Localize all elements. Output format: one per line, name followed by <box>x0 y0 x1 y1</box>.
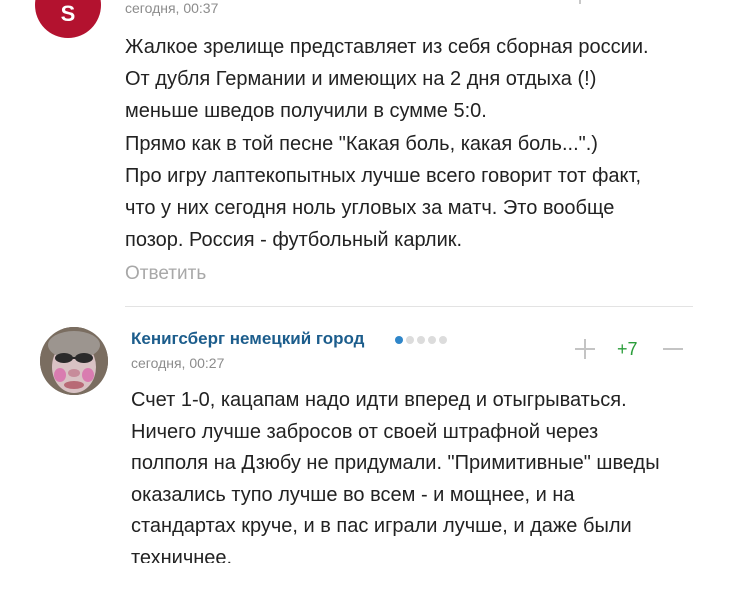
rating-dot <box>406 336 414 344</box>
comment-line: техничнее. <box>131 546 233 564</box>
avatar[interactable]: S <box>35 0 101 38</box>
reply-button[interactable]: Ответить <box>125 263 206 285</box>
comment-line: стандартах круче, и в пас играли лучше, … <box>131 515 632 537</box>
rating-dot <box>395 336 403 344</box>
rating-dot <box>439 336 447 344</box>
comment-line: оказались тупо лучше во всем - и мощнее,… <box>131 483 575 506</box>
comment-line: Жалкое зрелище представляет из себя сбор… <box>125 36 649 58</box>
comment-line: Про игру лаптекопытных лучше всего говор… <box>125 164 641 187</box>
comment-timestamp: сегодня, 00:37 <box>125 0 219 16</box>
rating-dot <box>428 336 436 344</box>
avatar-letter: S <box>60 1 76 26</box>
comment-line: Счет 1-0, кацапам надо идти вперед и оты… <box>131 389 627 411</box>
plus-icon[interactable] <box>579 0 581 4</box>
comment-timestamp: сегодня, 00:27 <box>131 355 225 371</box>
comment-text: Жалкое зрелище представляет из себя сбор… <box>125 31 705 256</box>
comment-author-link[interactable]: Кенигсберг немецкий город <box>131 329 364 349</box>
comment-line: От дубля Германии и имеющих на 2 дня отд… <box>125 68 597 91</box>
comment-line: позор. Россия - футбольный карлик. <box>125 229 463 252</box>
minus-icon[interactable] <box>663 339 683 359</box>
rating-dots-icon <box>395 336 447 346</box>
comments-page: S сегодня, 00:37 Жалкое зрелище представ… <box>0 0 729 603</box>
vote-score: +7 <box>617 339 638 359</box>
vote-controls <box>574 0 694 6</box>
avatar-image <box>40 327 108 395</box>
comment-line: полполя на Дзюбу не придумали. "Примитив… <box>131 452 660 474</box>
plus-icon[interactable] <box>575 339 595 359</box>
comment-line: Прямо как в той песне "Какая боль, какая… <box>125 132 598 155</box>
comment-line: Ничего лучше забросов от своей штрафной … <box>131 420 599 443</box>
comment-text: Счет 1-0, кацапам надо идти вперед и оты… <box>131 385 711 563</box>
rating-dot <box>417 336 425 344</box>
comment-divider <box>125 306 693 307</box>
comment-line: меньше шведов получили в сумме 5:0. <box>125 100 487 123</box>
avatar[interactable] <box>40 327 108 395</box>
comment-line: что у них сегодня ноль угловых за матч. … <box>125 197 615 220</box>
